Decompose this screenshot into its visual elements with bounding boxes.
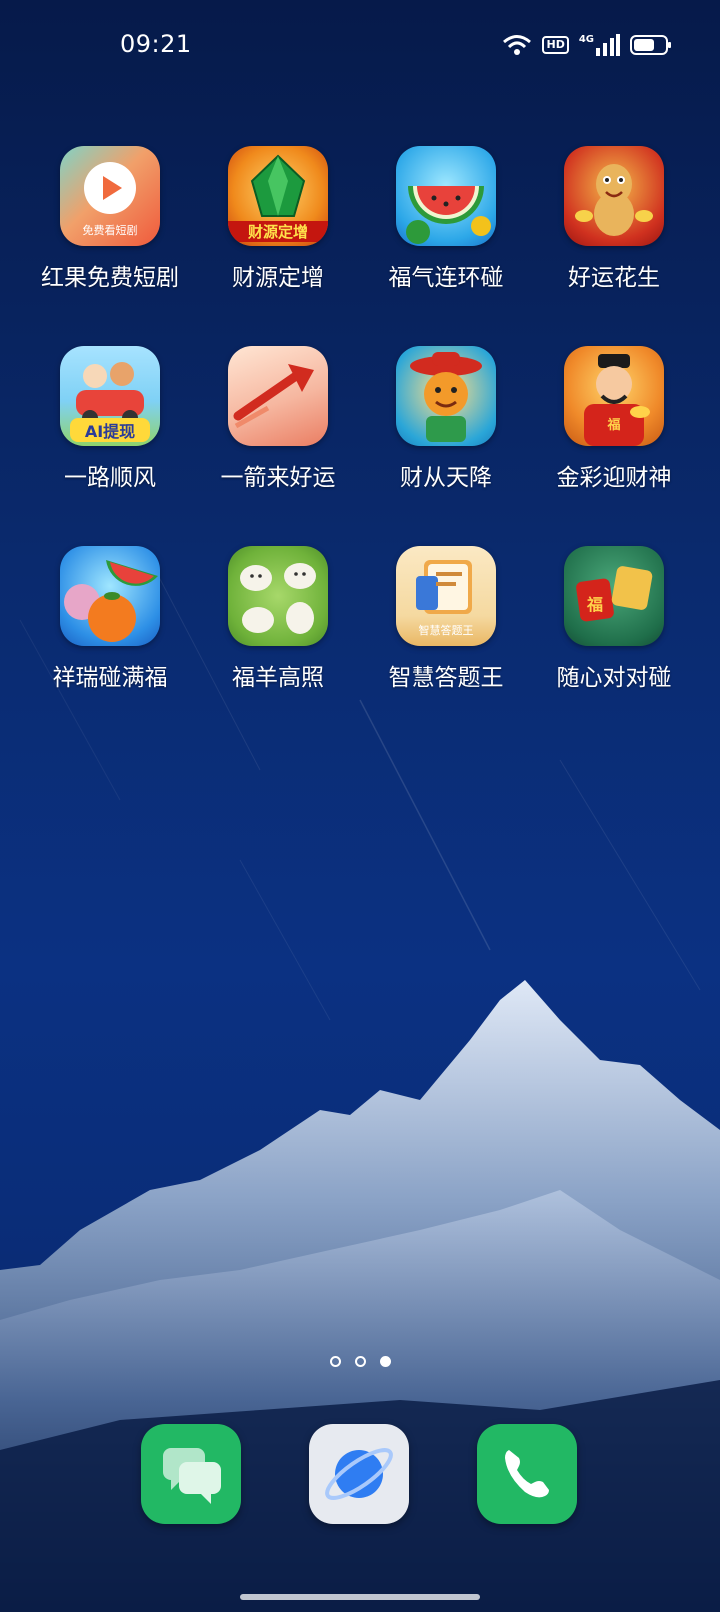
page-dot-1[interactable]	[329, 1356, 341, 1367]
fortune-god-icon: 福	[564, 346, 664, 446]
page-dot-2[interactable]	[354, 1356, 366, 1367]
peanut-mascot-icon	[564, 146, 664, 246]
app-xiangrui[interactable]: 祥瑞碰满福	[26, 546, 194, 746]
app-haoyun[interactable]: 好运花生	[530, 146, 698, 346]
phone-handset-icon	[505, 1450, 549, 1498]
app-badge: 免费看短剧	[82, 224, 138, 237]
app-zhihui[interactable]: 智慧答题王 智慧答题王	[362, 546, 530, 746]
sheep-icon	[228, 546, 328, 646]
tiger-god-icon	[396, 346, 496, 446]
dock-messages[interactable]	[141, 1424, 241, 1524]
app-fuyang[interactable]: 福羊高照	[194, 546, 362, 746]
emerald-gem-icon: 财源定增	[228, 146, 328, 246]
red-arrow-icon	[228, 346, 328, 446]
signal-icon	[596, 34, 620, 56]
home-indicator[interactable]	[240, 1594, 480, 1600]
app-badge: 福	[586, 595, 603, 614]
app-fuqi[interactable]: 福气连环碰	[362, 146, 530, 346]
fu-tiles-icon: 福	[564, 546, 664, 646]
app-badge: 福	[607, 418, 621, 433]
app-label: 一箭来好运	[220, 465, 336, 491]
app-label: 好运花生	[568, 265, 660, 291]
hd-icon: HD	[542, 36, 569, 54]
app-label: 福气连环碰	[388, 265, 504, 291]
app-badge: AI提现	[70, 418, 150, 442]
app-label: 福羊高照	[232, 665, 324, 691]
app-caiyuan[interactable]: 财源定增 财源定增	[194, 146, 362, 346]
app-label: 财源定增	[232, 265, 324, 291]
wifi-icon	[503, 35, 532, 55]
app-caicongtianjiang[interactable]: 财从天降	[362, 346, 530, 546]
app-label: 财从天降	[400, 465, 492, 491]
fruit-match-icon	[60, 546, 160, 646]
status-icons: HD 4G	[502, 32, 672, 58]
app-suixin[interactable]: 福 随心对对碰	[530, 546, 698, 746]
app-badge: 财源定增	[228, 221, 328, 242]
app-grid: 免费看短剧 红果免费短剧 财源定增 财源定增 福气连环碰 好运花生 AI提现 一…	[26, 146, 698, 746]
app-yilushunfeng[interactable]: AI提现 一路顺风	[26, 346, 194, 546]
page-indicator[interactable]	[0, 1356, 720, 1367]
app-jincai[interactable]: 福 金彩迎财神	[530, 346, 698, 546]
app-label: 金彩迎财神	[556, 465, 672, 491]
quiz-book-icon: 智慧答题王	[396, 546, 496, 646]
message-bubbles-icon	[163, 1448, 221, 1504]
dock-browser[interactable]	[309, 1424, 409, 1524]
hongguo-video-icon: 免费看短剧	[60, 146, 160, 246]
app-label: 祥瑞碰满福	[52, 665, 168, 691]
cartoon-car-icon: AI提现	[60, 346, 160, 446]
dock-phone[interactable]	[477, 1424, 577, 1524]
app-badge: 智慧答题王	[418, 624, 474, 637]
app-label: 智慧答题王	[388, 665, 504, 691]
clock: 09:21	[120, 30, 192, 58]
network-type: 4G	[578, 33, 594, 45]
app-label: 红果免费短剧	[41, 265, 179, 291]
battery-icon	[630, 35, 671, 55]
status-bar: 09:21 HD 4G	[0, 0, 720, 90]
app-label: 一路顺风	[64, 465, 156, 491]
planet-browser-icon	[325, 1448, 393, 1500]
app-yijian[interactable]: 一箭来好运	[194, 346, 362, 546]
app-hongguo[interactable]: 免费看短剧 红果免费短剧	[26, 146, 194, 346]
page-dot-3[interactable]	[379, 1356, 391, 1367]
watermelon-icon	[396, 146, 496, 246]
dock	[0, 1424, 720, 1524]
app-label: 随心对对碰	[556, 665, 672, 691]
